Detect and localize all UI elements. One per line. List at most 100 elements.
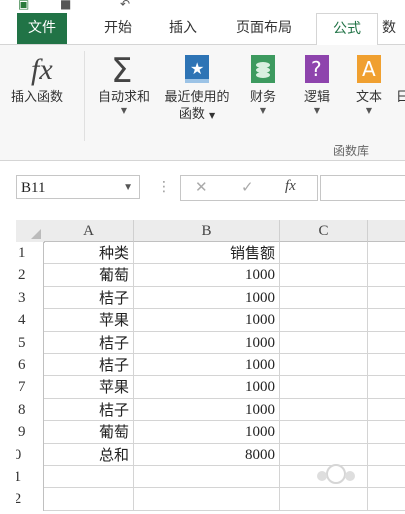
- tab-home[interactable]: 开始: [92, 13, 144, 44]
- cell-c[interactable]: [280, 309, 368, 332]
- tab-file[interactable]: 文件: [17, 13, 67, 44]
- text-button[interactable]: A 文本 ▼: [346, 53, 392, 116]
- cell-b[interactable]: 1000: [134, 264, 280, 287]
- column-header-a[interactable]: A: [44, 220, 134, 242]
- cell-a[interactable]: 苹果: [44, 376, 134, 399]
- cell-b[interactable]: 销售额: [134, 242, 280, 265]
- cell-c[interactable]: [280, 331, 368, 354]
- row-header[interactable]: 8: [16, 398, 44, 422]
- tab-data[interactable]: 数: [382, 13, 405, 44]
- cell-b[interactable]: [134, 466, 280, 489]
- chevron-down-icon[interactable]: ▼: [123, 176, 133, 200]
- name-box[interactable]: B11 ▼: [16, 175, 140, 199]
- svg-text:★: ★: [190, 59, 204, 78]
- cell-d[interactable]: [368, 399, 405, 422]
- insert-function-label: 插入函数: [10, 90, 63, 105]
- row-header[interactable]: 5: [16, 331, 44, 354]
- cell-c[interactable]: [280, 398, 368, 422]
- coins-book-icon: [247, 53, 279, 85]
- recently-used-button[interactable]: ★ 最近使用的 函数 ▼: [158, 53, 236, 124]
- cell-c[interactable]: [280, 376, 368, 399]
- row-header[interactable]: 3: [16, 286, 44, 310]
- row-header[interactable]: .0: [16, 443, 44, 466]
- row-header[interactable]: 1: [16, 242, 44, 265]
- date-button[interactable]: 日: [396, 53, 405, 106]
- logical-button[interactable]: ? 逻辑 ▼: [294, 53, 340, 116]
- autosum-button[interactable]: Σ 自动求和 ▼: [90, 52, 158, 116]
- row-header[interactable]: 4: [16, 309, 44, 332]
- column-header-c[interactable]: C: [280, 220, 368, 242]
- cell-d[interactable]: [368, 309, 405, 332]
- row-header[interactable]: .1: [16, 466, 44, 489]
- row-header[interactable]: .2: [16, 488, 44, 511]
- cell-c[interactable]: [280, 264, 368, 287]
- cell-a[interactable]: 桔子: [44, 286, 134, 310]
- cell-b[interactable]: 8000: [134, 443, 280, 466]
- tab-insert[interactable]: 插入: [158, 13, 208, 44]
- svg-text:Σ: Σ: [111, 52, 132, 86]
- ribbon-separator: [84, 51, 85, 141]
- cell-d[interactable]: [368, 421, 405, 444]
- row-header[interactable]: 7: [16, 376, 44, 399]
- cell-b[interactable]: [134, 488, 280, 511]
- cell-a[interactable]: [44, 488, 134, 511]
- logical-label: 逻辑: [303, 90, 330, 105]
- cell-b[interactable]: 1000: [134, 354, 280, 377]
- autosum-label: 自动求和: [97, 90, 150, 105]
- enter-icon[interactable]: ✓: [241, 178, 254, 196]
- date-label: 日: [396, 90, 405, 105]
- cell-a[interactable]: 葡萄: [44, 421, 134, 444]
- sigma-icon: Σ: [108, 52, 140, 86]
- row-header[interactable]: 6: [16, 354, 44, 377]
- cell-d[interactable]: [368, 354, 405, 377]
- cell-d[interactable]: [368, 332, 405, 354]
- cell-b[interactable]: 1000: [134, 309, 280, 332]
- cell-c[interactable]: [280, 242, 368, 265]
- cell-a[interactable]: 苹果: [44, 309, 134, 332]
- undo-icon[interactable]: ↶: [120, 0, 130, 11]
- recently-used-label-line2: 函数: [178, 107, 205, 122]
- cell-a[interactable]: 桔子: [44, 331, 134, 354]
- tab-page-layout[interactable]: 页面布局: [222, 13, 306, 44]
- financial-button[interactable]: 财务 ▼: [240, 53, 286, 116]
- save-icon[interactable]: ■: [60, 0, 71, 11]
- row-header[interactable]: 9: [16, 421, 44, 444]
- grip-dots-icon[interactable]: ⋮: [157, 179, 171, 195]
- cell-b[interactable]: 1000: [134, 376, 280, 399]
- formula-buttons: ✕ ✓ fx: [180, 175, 318, 201]
- row-header[interactable]: 2: [16, 264, 44, 287]
- cell-a[interactable]: 桔子: [44, 398, 134, 422]
- insert-function-button[interactable]: fx 插入函数: [0, 53, 82, 106]
- chevron-down-icon: ▼: [120, 106, 128, 115]
- tab-formulas[interactable]: 公式: [316, 13, 378, 46]
- cell-a[interactable]: [44, 466, 134, 489]
- cell-c[interactable]: [280, 421, 368, 444]
- cell-c[interactable]: [280, 286, 368, 310]
- cell-d[interactable]: [368, 287, 405, 310]
- cell-b[interactable]: 1000: [134, 421, 280, 444]
- select-all-button[interactable]: [16, 220, 45, 243]
- cell-b[interactable]: 1000: [134, 398, 280, 422]
- insert-function-icon[interactable]: fx: [285, 178, 296, 195]
- cancel-icon[interactable]: ✕: [195, 178, 208, 196]
- cell-a[interactable]: 葡萄: [44, 264, 134, 287]
- cell-a[interactable]: 总和: [44, 443, 134, 466]
- formula-input[interactable]: [320, 175, 405, 201]
- cell-c[interactable]: [280, 354, 368, 377]
- select-all-triangle-icon: [31, 229, 41, 239]
- cell-b[interactable]: 1000: [134, 286, 280, 310]
- column-header-d[interactable]: [368, 220, 405, 242]
- cell-d[interactable]: [368, 264, 405, 287]
- svg-text:fx: fx: [31, 53, 53, 86]
- text-label: 文本: [355, 90, 382, 105]
- ribbon: fx 插入函数 Σ 自动求和 ▼ ★ 最近使用的 函数 ▼ 财务 ▼ ? 逻辑 …: [0, 45, 405, 161]
- cell-a[interactable]: 桔子: [44, 354, 134, 377]
- cell-a[interactable]: 种类: [44, 242, 134, 265]
- quick-access-toolbar: ▣ ■ ↶: [0, 0, 405, 13]
- cell-b[interactable]: 1000: [134, 331, 280, 354]
- cell-d[interactable]: [368, 242, 405, 265]
- excel-logo-icon: ▣: [18, 0, 30, 11]
- chevron-down-icon: ▼: [365, 106, 373, 115]
- cell-d[interactable]: [368, 376, 405, 399]
- column-header-b[interactable]: B: [134, 220, 280, 242]
